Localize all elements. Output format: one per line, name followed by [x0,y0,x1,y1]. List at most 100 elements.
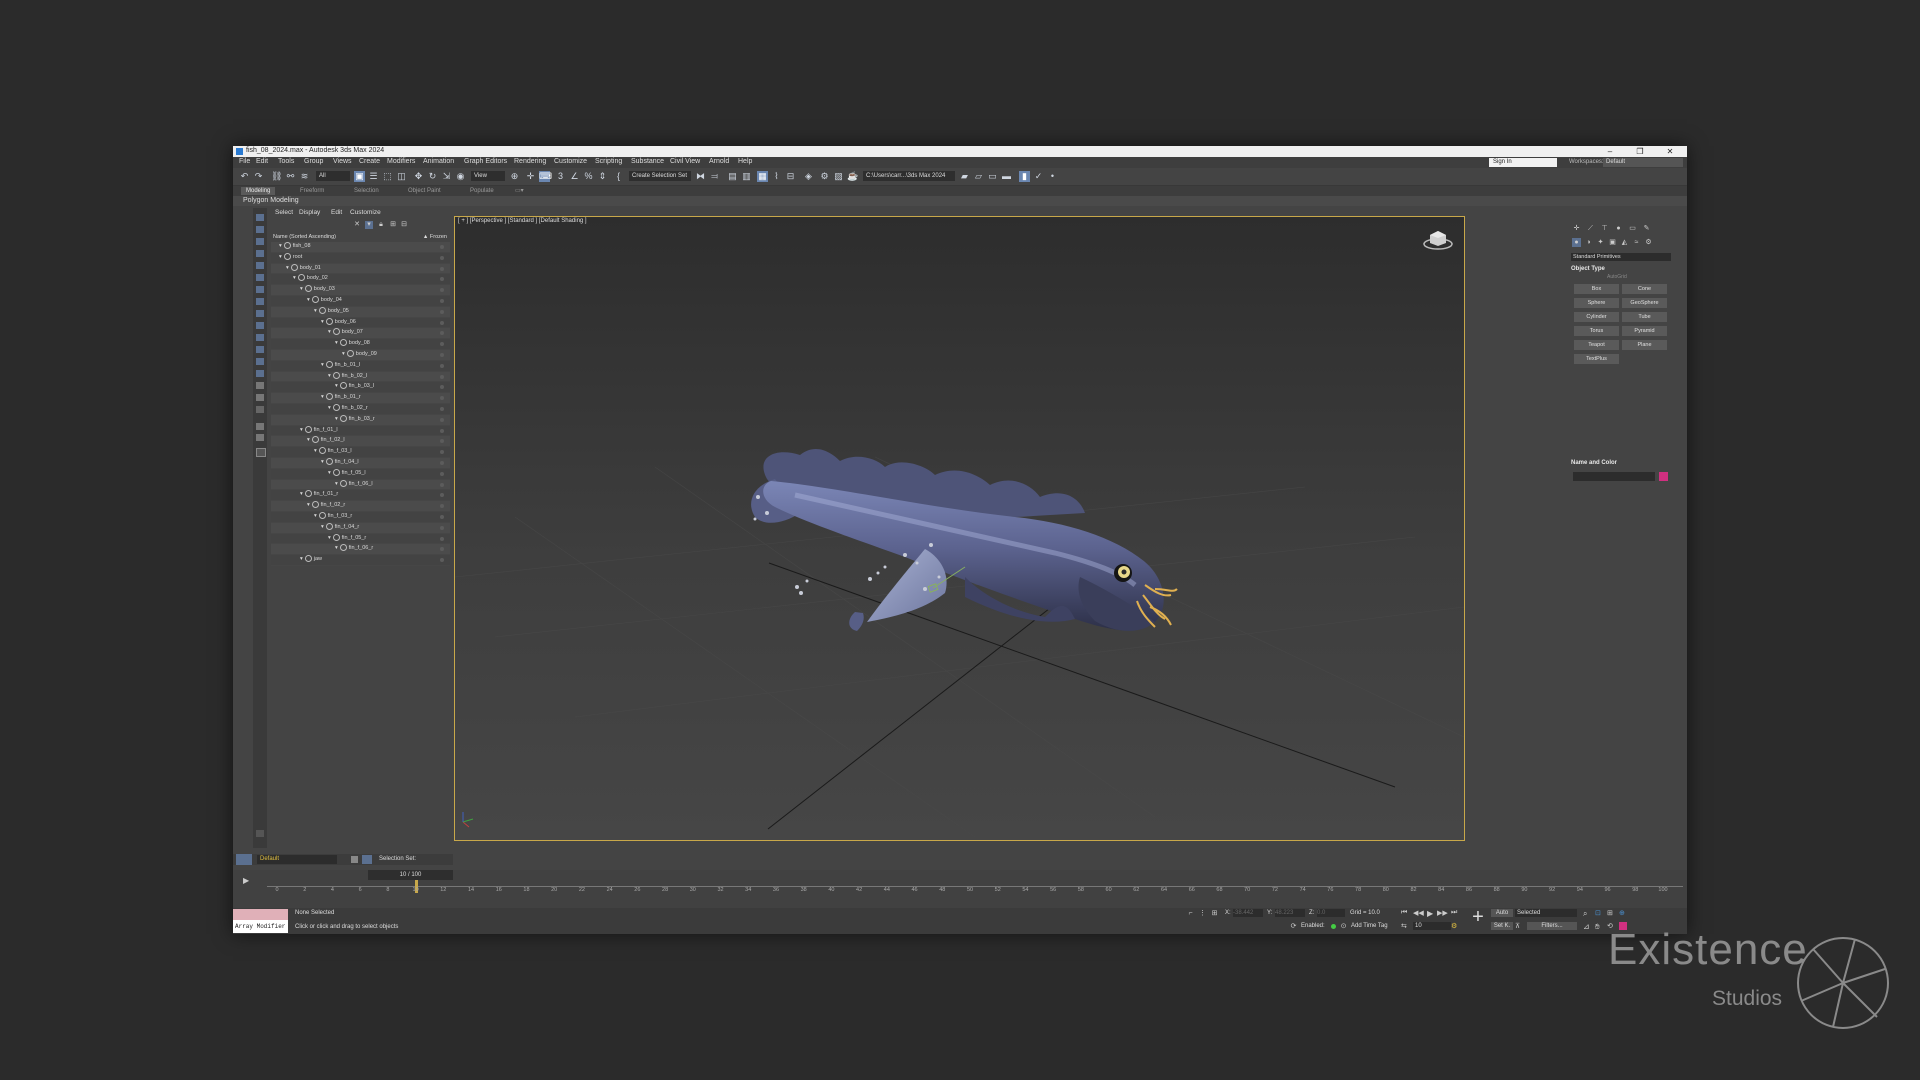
expand-arrow-icon[interactable]: ▾ [314,308,317,314]
go-to-end-icon[interactable]: ⏭ [1451,909,1457,917]
play-icon[interactable]: ▶ [1427,909,1433,918]
add-time-tag[interactable]: Add Time Tag [1351,923,1388,929]
expand-arrow-icon[interactable]: ▾ [321,459,324,465]
freeze-toggle-icon[interactable] [440,277,444,282]
expand-arrow-icon[interactable]: ▾ [335,545,338,551]
undo-icon[interactable]: ↶ [239,171,250,182]
expand-arrow-icon[interactable]: ▾ [321,524,324,530]
expand-arrow-icon[interactable]: ▾ [293,275,296,281]
freeze-toggle-icon[interactable] [440,504,444,509]
selection-set-icon[interactable] [362,855,372,864]
key-filters-button[interactable]: Filters... [1527,922,1577,930]
pyramid-button[interactable]: Pyramid [1622,326,1667,336]
scene-explorer-icon[interactable]: ▦ [757,171,768,182]
command-panel-toggle-icon[interactable]: ▮ [1019,171,1030,182]
scene-tree-row[interactable]: ▾ fin_f_03_l [271,447,450,458]
cameras-icon[interactable]: ▣ [1608,238,1617,247]
torus-button[interactable]: Torus [1574,326,1619,336]
scene-tree-row[interactable]: ▾ fin_f_02_r [271,501,450,512]
freeze-toggle-icon[interactable] [440,288,444,293]
visibility-eye-icon[interactable] [311,296,319,304]
visibility-eye-icon[interactable] [332,328,340,336]
scene-tree-row[interactable]: ▾ fin_f_05_l [271,468,450,480]
menu-graph-editors[interactable]: Graph Editors [464,158,507,165]
display-hidden-icon[interactable] [256,370,264,377]
tab-object-paint[interactable]: Object Paint [408,187,441,195]
freeze-toggle-icon[interactable] [440,536,444,541]
expand-explorer-icon[interactable] [256,830,264,837]
key-mode-dropdown[interactable]: Selected [1515,909,1577,917]
menu-substance[interactable]: Substance [631,158,664,165]
freeze-toggle-icon[interactable] [440,558,444,563]
field-of-view-icon[interactable]: ⊿ [1583,922,1590,931]
box-button[interactable]: Box [1574,284,1619,294]
scene-tree-row[interactable]: ▾ fin_f_03_r [271,511,450,523]
column-header[interactable]: Name (Sorted Ascending) ▲ Frozen [273,234,451,242]
motion-panel-icon[interactable]: ● [1614,224,1623,233]
expand-arrow-icon[interactable]: ▾ [307,297,310,303]
plane-button[interactable]: Plane [1622,340,1667,350]
go-to-start-icon[interactable]: ⏮ [1401,909,1407,917]
scene-tree-row[interactable]: ▾ fin_f_01_l [271,425,450,437]
scene-tree-row[interactable]: ▾ fish_08 [271,242,450,253]
y-coordinate-field[interactable]: 48.223 [1275,909,1305,917]
maxscript-listener[interactable]: Array Modifier [233,909,288,933]
visibility-eye-icon[interactable] [325,393,333,401]
scene-tree-row[interactable]: ▾ fin_b_01_r [271,393,450,404]
zoom-all-icon[interactable]: ⊡ [1595,909,1601,917]
freeze-toggle-icon[interactable] [440,417,444,422]
display-spacewarps-icon[interactable] [256,298,264,305]
previous-frame-icon[interactable]: ◀◀ [1413,909,1424,917]
align-icon[interactable]: ⫤ [709,171,720,182]
display-shapes-icon[interactable] [256,250,264,257]
menu-group[interactable]: Group [304,158,323,165]
frozen-column-header[interactable]: ▲ Frozen [423,234,447,240]
create-panel-icon[interactable]: ✛ [1572,224,1581,233]
expand-arrow-icon[interactable]: ▾ [335,416,338,422]
zoom-icon[interactable]: ⌕ [1583,909,1587,919]
edit-named-selection-icon[interactable]: { [613,171,624,182]
freeze-toggle-icon[interactable] [440,320,444,325]
set-key-icon[interactable]: + [1469,907,1487,927]
toggle-ribbon-icon[interactable]: ▥ [741,171,752,182]
minimize-button[interactable]: – [1597,146,1623,157]
spinner-snap-icon[interactable]: ⇕ [597,171,608,182]
hierarchy-panel-icon[interactable]: ⊤ [1600,224,1609,233]
layer-manager-icon[interactable] [351,856,358,863]
display-xrefs-icon[interactable] [256,322,264,329]
expand-arrow-icon[interactable]: ▾ [279,254,282,260]
systems-icon[interactable]: ⚙ [1644,238,1653,247]
freeze-toggle-icon[interactable] [440,450,444,455]
perspective-viewport[interactable]: [ + ] [Perspective ] [Standard ] [Defaul… [454,216,1465,841]
autogrid-checkbox[interactable]: AutoGrid [1607,274,1627,280]
material-editor-icon[interactable]: ◈ [803,171,814,182]
scale-icon[interactable]: ⇲ [441,171,452,182]
geosphere-button[interactable]: GeoSphere [1622,298,1667,308]
percent-snap-icon[interactable]: % [583,171,594,182]
visibility-eye-icon[interactable] [325,317,333,325]
display-geometry-icon[interactable] [256,238,264,245]
key-filters-icon[interactable]: ⊼ [1515,922,1520,930]
scene-tree-row[interactable]: ▾ fin_b_02_r [271,403,450,415]
menu-scripting[interactable]: Scripting [595,158,622,165]
cylinder-button[interactable]: Cylinder [1574,312,1619,322]
freeze-toggle-icon[interactable] [440,298,444,303]
space-warps-icon[interactable]: ≈ [1632,238,1641,247]
primitive-category-dropdown[interactable]: Standard Primitives [1571,253,1671,261]
maximize-button[interactable]: ❐ [1627,146,1653,157]
expand-arrow-icon[interactable]: ▾ [307,437,310,443]
scene-tree-row[interactable]: ▾ fin_f_06_l [271,479,450,491]
scene-tree-row[interactable]: ▾ body_07 [271,328,450,340]
expand-arrow-icon[interactable]: ▾ [335,340,338,346]
visibility-eye-icon[interactable] [346,350,354,358]
keyboard-shortcut-override-icon[interactable]: ⌨ [539,171,552,182]
visibility-eye-icon[interactable] [283,252,291,260]
time-tag-icon[interactable]: ⊙ [1339,922,1348,931]
layer-explorer-icon[interactable]: ▤ [727,171,738,182]
menu-tools[interactable]: Tools [278,158,294,165]
ribbon-options-icon[interactable]: ▭▾ [515,187,524,195]
select-manipulate-icon[interactable]: ✛ [525,171,536,182]
display-all-icon[interactable] [256,226,264,233]
freeze-toggle-icon[interactable] [440,342,444,347]
scene-tree-row[interactable]: ▾ fin_b_03_r [271,414,450,426]
